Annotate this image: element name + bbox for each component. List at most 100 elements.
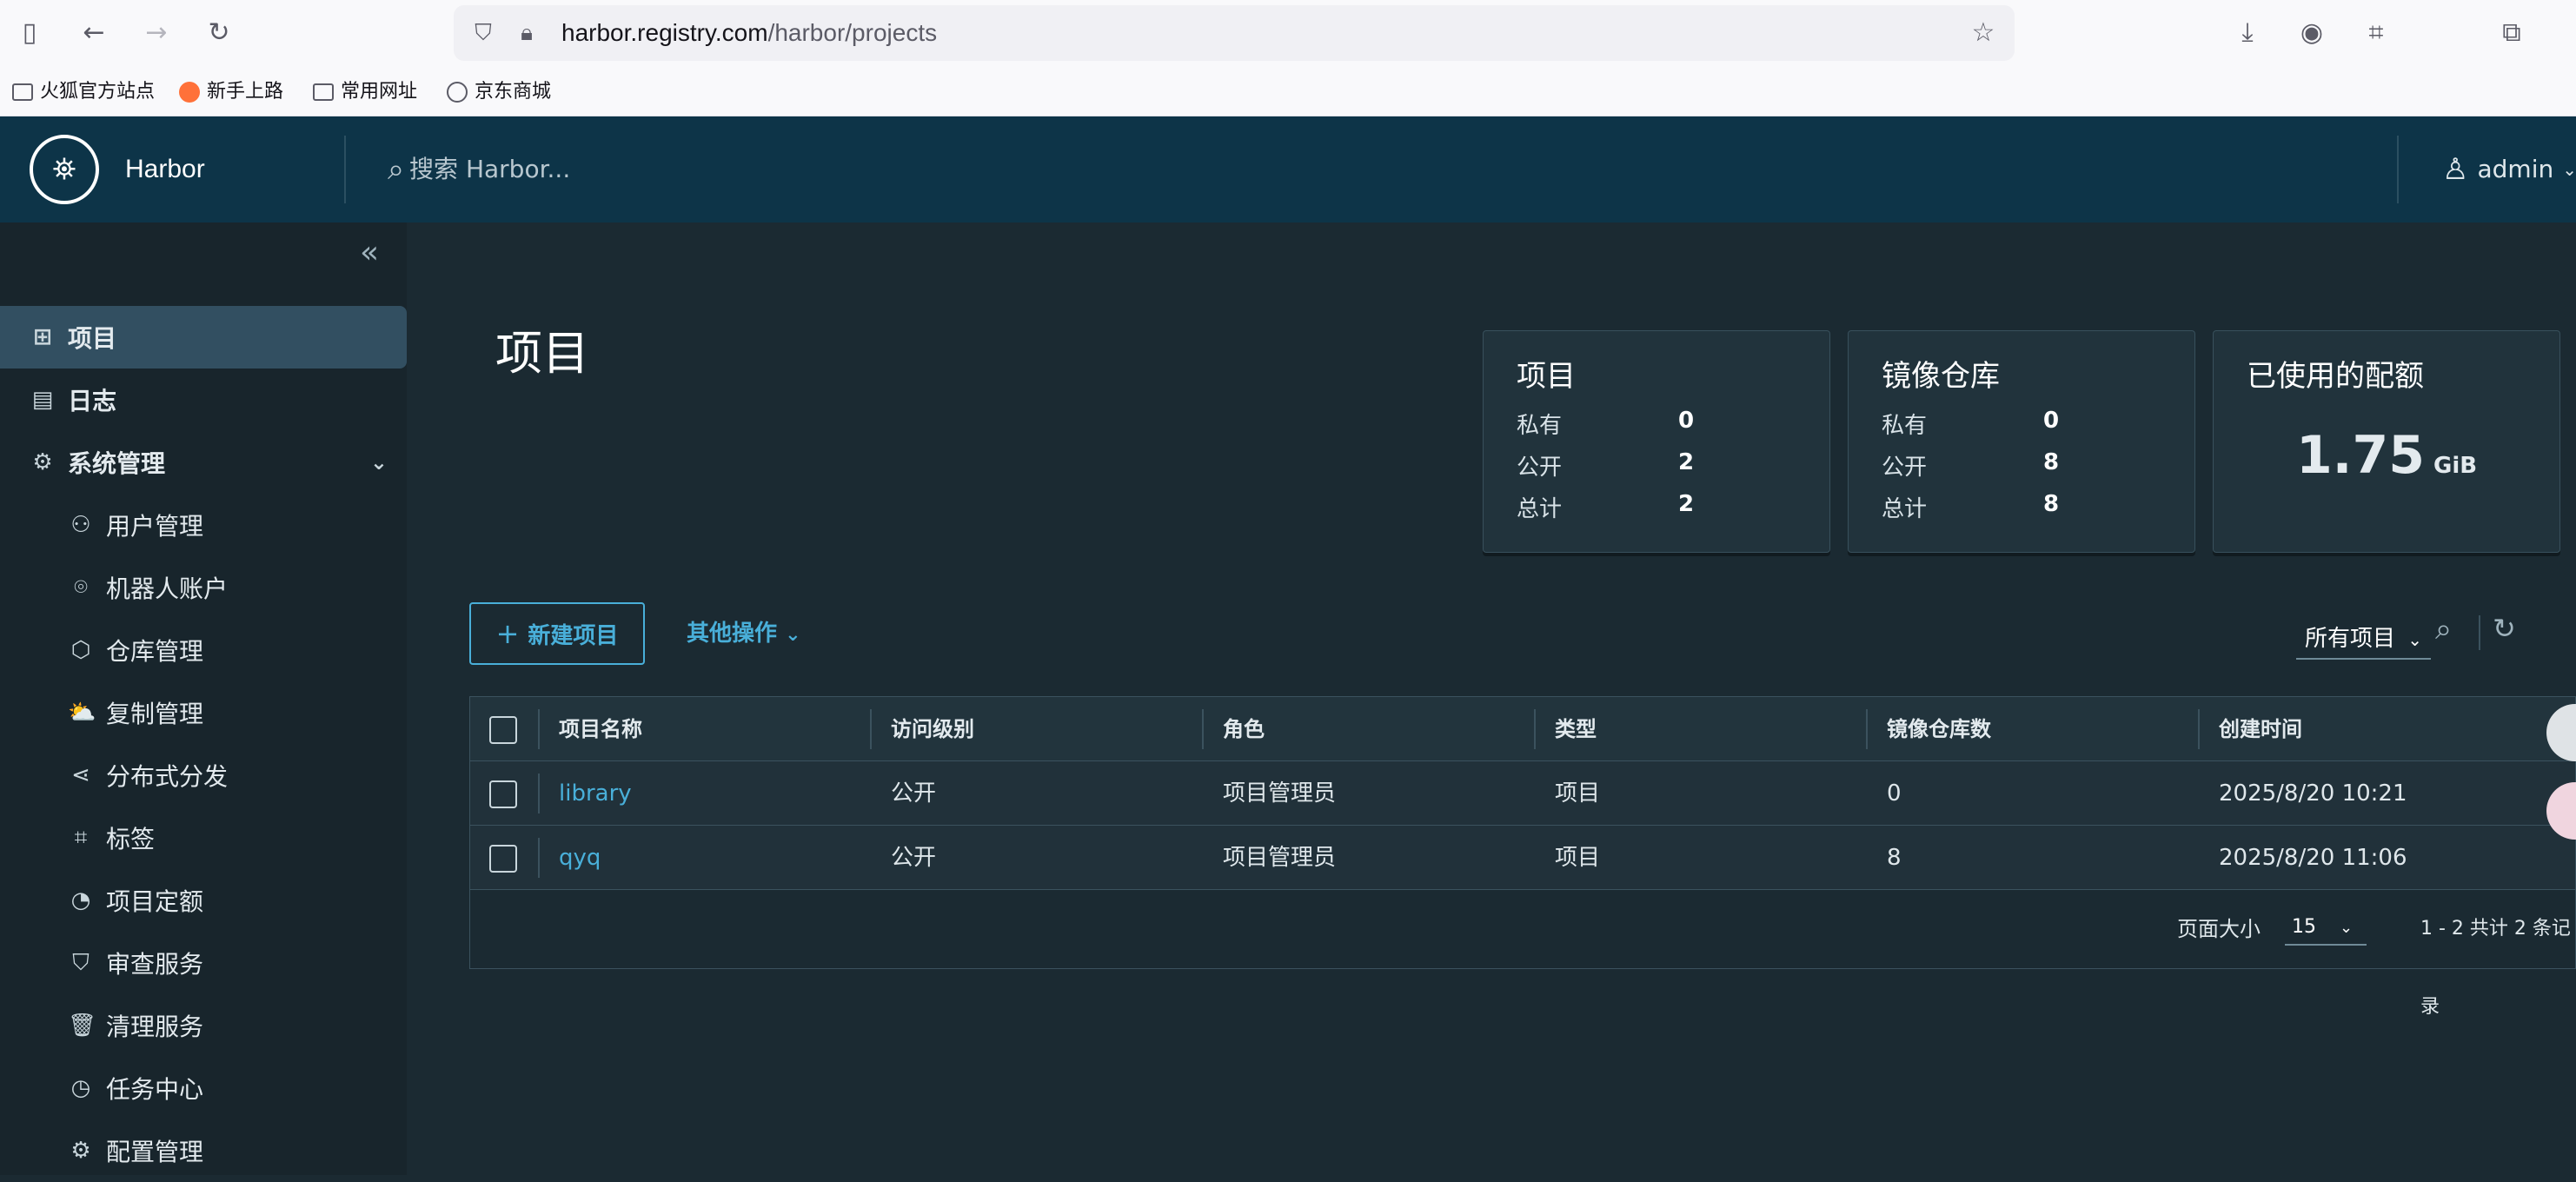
card-label: 总计: [1882, 496, 1928, 522]
admin-icon: ⚙: [32, 449, 53, 475]
table-header: 项目名称 访问级别 角色 类型 镜像仓库数 创建时间: [470, 697, 2575, 761]
bookmark-label: 火狐官方站点: [40, 81, 156, 103]
collapse-sidebar-icon[interactable]: «: [360, 235, 379, 270]
repo-count: 8: [1887, 845, 1902, 871]
project-name-link[interactable]: qyq: [559, 826, 601, 890]
sidebar-item-registry[interactable]: ⬡ 仓库管理: [0, 619, 407, 681]
bookmark-item[interactable]: 新手上路: [179, 68, 283, 116]
bookmark-item[interactable]: 常用网址: [313, 68, 417, 116]
url-text: harbor.registry.com/harbor/projects: [561, 19, 938, 46]
sidebar-item-label: 系统管理: [68, 449, 166, 478]
bookmark-star-icon[interactable]: ☆: [1966, 16, 2001, 50]
sidebar-item-label: 分布式分发: [106, 762, 229, 791]
distribution-icon: ⋖: [71, 762, 90, 788]
column-header[interactable]: 类型: [1555, 697, 1597, 761]
card-label: 总计: [1517, 496, 1563, 522]
sidebar-item-shield[interactable]: ⛉ 审查服务: [0, 932, 407, 994]
global-search[interactable]: ⌕ 搜索 Harbor...: [388, 116, 570, 222]
trash-icon: 🗑︎: [68, 1013, 97, 1039]
sidebar-item-robot[interactable]: ⌾ 机器人账户: [0, 556, 407, 619]
projects-summary-card: 项目 私有 0 公开 2 总计 2: [1483, 330, 1830, 553]
select-all-checkbox[interactable]: [489, 716, 517, 744]
sidebar-item-label: 复制管理: [106, 700, 204, 728]
forward-icon[interactable]: →: [139, 16, 174, 50]
bookmark-label: 新手上路: [207, 81, 284, 103]
table-row[interactable]: qyq 公开 项目管理员 项目 8 2025/8/20 11:06: [470, 826, 2575, 890]
quota-value: 1.75 GiB: [2214, 425, 2559, 486]
column-header[interactable]: 创建时间: [2219, 697, 2302, 761]
card-value: 8: [2043, 491, 2060, 517]
sidebar-item-admin[interactable]: ⚙ 系统管理 ⌄: [0, 431, 407, 494]
chevron-down-icon: ⌄: [369, 450, 388, 475]
more-actions-dropdown[interactable]: 其他操作 ⌄: [687, 602, 801, 665]
table-footer: 页面大小 15 ⌄ 1 - 2 共计 2 条记录: [470, 890, 2575, 1018]
sidebar-item-label: 项目: [68, 324, 117, 353]
project-filter-select[interactable]: 所有项目 ⌄: [2296, 617, 2432, 660]
crop-icon[interactable]: ⌗: [2359, 16, 2393, 50]
account-icon[interactable]: ◉: [2294, 16, 2329, 50]
bookmark-label: 京东商城: [475, 81, 552, 103]
quota-unit: GiB: [2433, 453, 2478, 479]
card-value: 0: [1678, 408, 1695, 434]
back-icon[interactable]: ←: [76, 16, 111, 50]
sidebar-item-users[interactable]: ⚇ 用户管理: [0, 494, 407, 556]
sidebar-item-projects[interactable]: ⊞ 项目: [0, 306, 407, 369]
header-divider: [344, 136, 346, 203]
column-divider: [1866, 709, 1868, 749]
column-divider: [1534, 709, 1536, 749]
sidebar-item-quota[interactable]: ◔ 项目定额: [0, 869, 407, 932]
column-divider: [538, 709, 540, 749]
chevron-down-icon: ⌄: [785, 624, 801, 646]
user-menu[interactable]: ♙ admin ⌄: [2442, 116, 2576, 222]
sidebar-item-logs[interactable]: ▤ 日志: [0, 369, 407, 431]
row-checkbox[interactable]: [489, 845, 517, 873]
folder-icon: [12, 83, 33, 101]
repos-summary-card: 镜像仓库 私有 0 公开 8 总计 8: [1848, 330, 2195, 553]
sidebar-item-trash[interactable]: 🗑︎ 清理服务: [0, 994, 407, 1057]
sidebar-item-gear[interactable]: ⚙ 配置管理: [0, 1119, 407, 1182]
search-placeholder: 搜索 Harbor...: [409, 155, 571, 183]
brand-name[interactable]: Harbor: [125, 116, 205, 222]
access-level: 公开: [891, 780, 937, 807]
card-value: 2: [1678, 491, 1695, 517]
reload-icon[interactable]: ↻: [202, 16, 236, 50]
card-value: 2: [1678, 449, 1695, 475]
bookmark-item[interactable]: 京东商城: [447, 68, 551, 116]
card-value: 8: [2043, 449, 2060, 475]
sidebar-item-label: 标签: [106, 825, 156, 853]
pagination-summary: 1 - 2 共计 2 条记录: [2420, 918, 2571, 1018]
shield-icon[interactable]: ⛉: [466, 16, 501, 50]
refresh-icon[interactable]: ↻: [2493, 612, 2516, 645]
button-label: 新建项目: [528, 622, 619, 649]
column-header[interactable]: 访问级别: [891, 697, 974, 761]
bookmark-item[interactable]: 火狐官方站点: [12, 68, 155, 116]
sidebar-item-replication[interactable]: ⛅ 复制管理: [0, 681, 407, 744]
address-bar[interactable]: ⛉ 🔒︎ harbor.registry.com/harbor/projects…: [454, 5, 2015, 61]
bookmarks-bar: 火狐官方站点 新手上路 常用网址 京东商城: [0, 68, 2576, 116]
card-title: 镜像仓库: [1882, 359, 2000, 394]
column-header[interactable]: 镜像仓库数: [1887, 697, 1991, 761]
header-divider: [2397, 136, 2399, 203]
project-name-link[interactable]: library: [559, 761, 632, 826]
sidebar-item-label: 项目定额: [106, 887, 204, 916]
card-value: 0: [2043, 408, 2060, 434]
search-icon[interactable]: ⌕: [2435, 612, 2452, 647]
row-checkbox[interactable]: [489, 780, 517, 808]
harbor-logo-icon[interactable]: ⛯: [30, 135, 99, 204]
new-project-button[interactable]: + 新建项目: [469, 602, 645, 665]
page-size-label: 页面大小: [2177, 890, 2261, 968]
sidebar-item-dashboard[interactable]: ◷ 任务中心: [0, 1057, 407, 1119]
page-size-select[interactable]: 15 ⌄: [2285, 911, 2367, 946]
sidebar-item-tag[interactable]: ⌗ 标签: [0, 807, 407, 869]
column-header[interactable]: 角色: [1223, 697, 1265, 761]
sidebar-item-distribution[interactable]: ⋖ 分布式分发: [0, 744, 407, 807]
column-header[interactable]: 项目名称: [559, 697, 642, 761]
lock-icon[interactable]: 🔒︎: [509, 16, 544, 50]
table-row[interactable]: library 公开 项目管理员 项目 0 2025/8/20 10:21: [470, 761, 2575, 826]
sidebar-item-label: 用户管理: [106, 512, 204, 541]
extensions-icon[interactable]: ⧉: [2494, 16, 2529, 50]
page-size-value: 15: [2292, 916, 2316, 938]
sidebar-toggle-icon[interactable]: ▯: [12, 16, 47, 50]
download-icon[interactable]: ⤓: [2230, 16, 2265, 50]
globe-icon: [447, 82, 468, 103]
